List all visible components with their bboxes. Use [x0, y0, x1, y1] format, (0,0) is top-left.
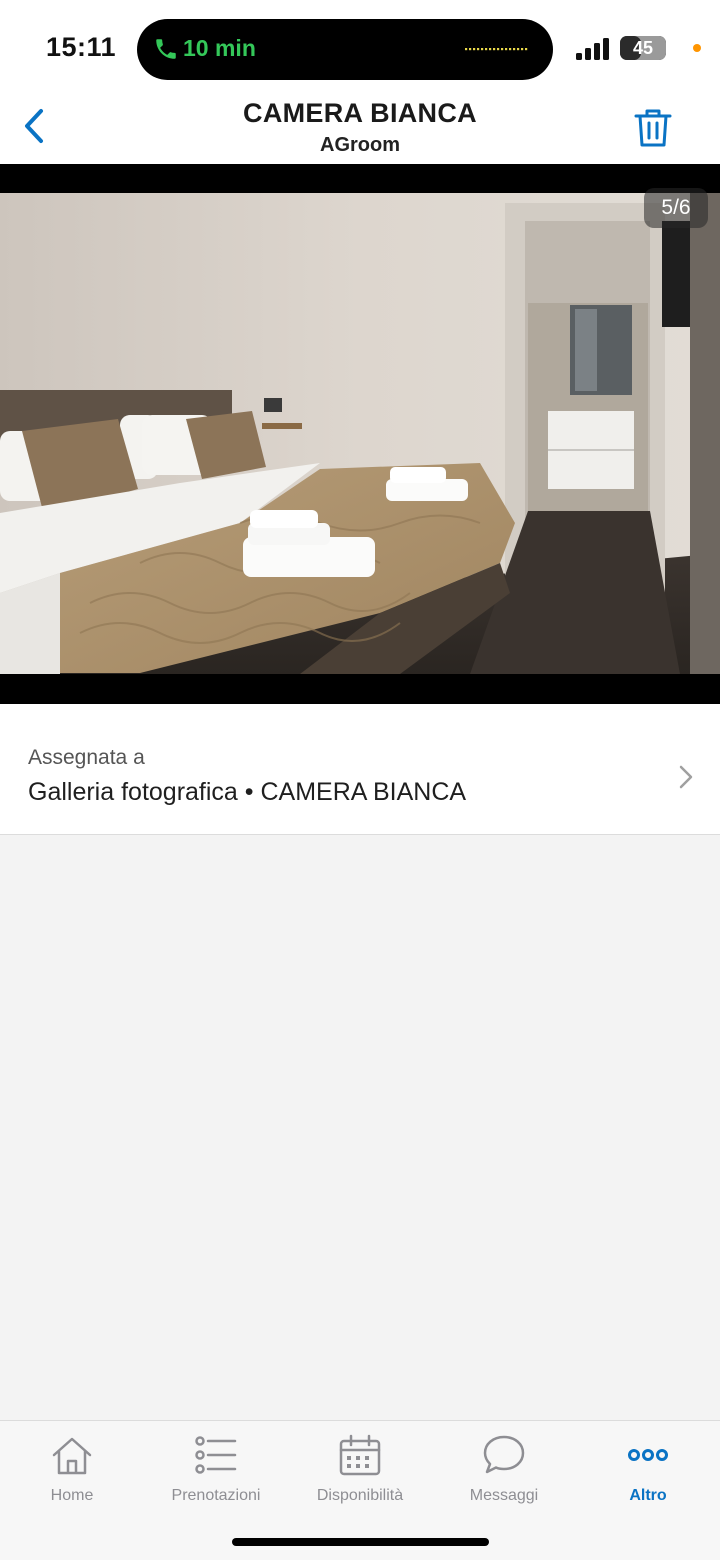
tab-home[interactable]: Home — [0, 1433, 144, 1523]
photo-viewer[interactable]: 5/6 — [0, 164, 720, 704]
tab-label: Disponibilità — [316, 1487, 404, 1504]
tab-label: Altro — [629, 1487, 667, 1504]
battery-icon: 45 — [620, 36, 666, 60]
tab-label: Home — [50, 1487, 94, 1504]
audio-wave-icon — [465, 48, 528, 51]
tab-disponibilita[interactable]: Disponibilità — [288, 1433, 432, 1523]
page-title: CAMERA BIANCA — [243, 98, 477, 128]
assigned-value: Galleria fotografica • CAMERA BIANCA — [28, 778, 467, 806]
navigation-bar: CAMERA BIANCA AGroom — [0, 92, 720, 164]
chat-bubble-icon — [483, 1435, 525, 1474]
calendar-icon — [339, 1434, 381, 1476]
battery-percentage: 45 — [632, 38, 654, 58]
assigned-label: Assegnata a — [28, 746, 145, 769]
trash-icon — [634, 109, 672, 147]
photo-counter: 5/6 — [644, 188, 708, 228]
more-icon — [628, 1449, 668, 1461]
home-icon — [52, 1437, 92, 1475]
delete-button[interactable] — [630, 106, 676, 150]
privacy-indicator-dot — [693, 44, 701, 52]
room-photo — [0, 193, 720, 674]
chevron-right-icon — [679, 765, 693, 789]
status-time: 15:11 — [46, 32, 117, 62]
list-icon — [195, 1436, 237, 1474]
tab-label: Prenotazioni — [171, 1487, 261, 1504]
status-bar: 15:11 10 min 45 — [0, 0, 720, 92]
phone-icon — [156, 39, 176, 59]
tab-altro[interactable]: Altro — [576, 1433, 720, 1523]
assigned-to-row[interactable]: Assegnata a Galleria fotografica • CAMER… — [0, 704, 720, 835]
call-indicator[interactable]: 10 min — [137, 19, 553, 80]
page-subtitle: AGroom — [320, 134, 400, 156]
tab-label: Messaggi — [469, 1487, 539, 1504]
cellular-signal-icon — [576, 38, 609, 60]
tab-prenotazioni[interactable]: Prenotazioni — [144, 1433, 288, 1523]
home-indicator[interactable] — [232, 1538, 489, 1546]
call-duration: 10 min — [183, 35, 256, 61]
tab-messaggi[interactable]: Messaggi — [432, 1433, 576, 1523]
